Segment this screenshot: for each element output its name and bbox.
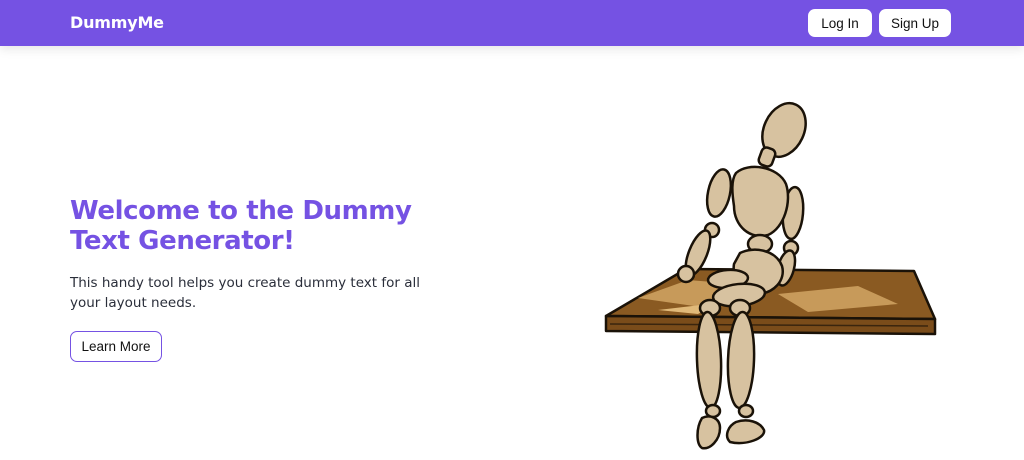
learn-more-button[interactable]: Learn More <box>70 331 162 362</box>
mannequin-illustration <box>604 102 937 450</box>
signup-button[interactable]: Sign Up <box>879 9 951 37</box>
brand-logo[interactable]: DummyMe <box>70 13 164 32</box>
login-button[interactable]: Log In <box>808 9 872 37</box>
top-navbar: DummyMe Log In Sign Up <box>0 0 1024 46</box>
hero-title: Welcome to the Dummy Text Generator! <box>70 196 412 256</box>
hero-description: This handy tool helps you create dummy t… <box>70 275 420 311</box>
